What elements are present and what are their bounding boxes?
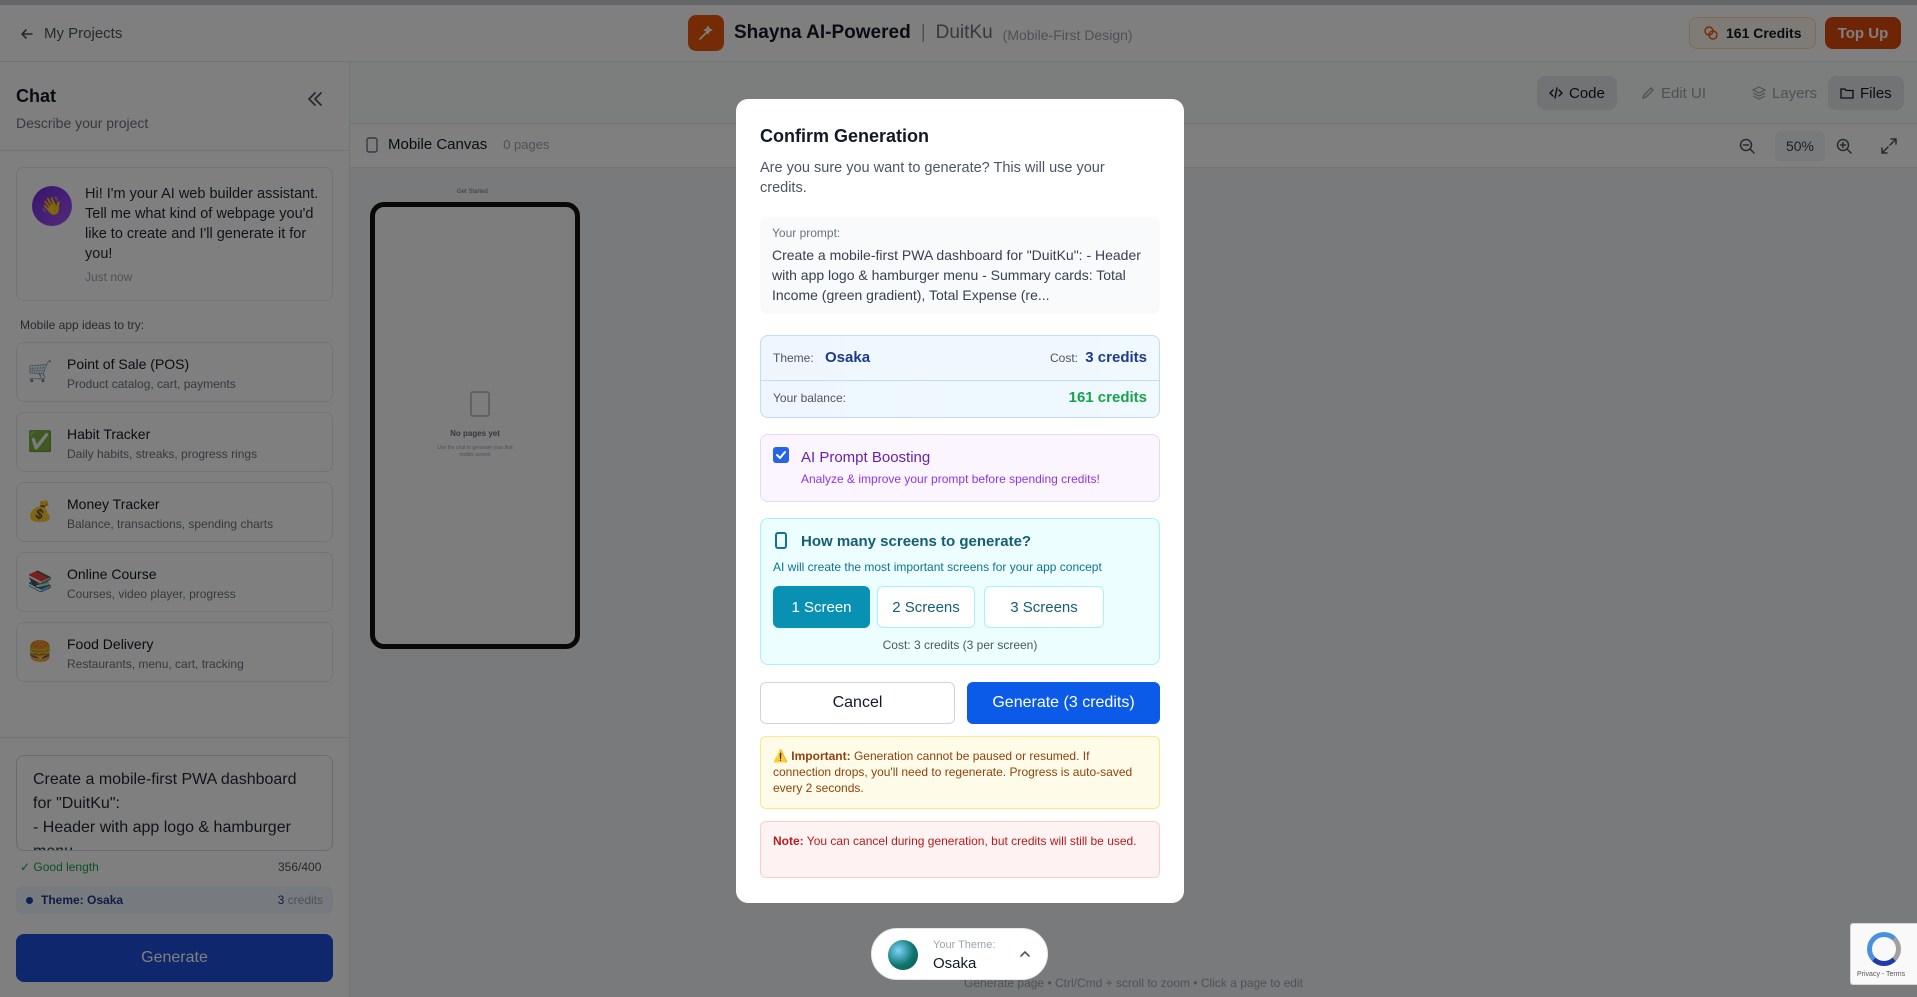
balance-value: 161 credits (1068, 389, 1147, 406)
prompt-preview-text: Create a mobile-first PWA dashboard for … (772, 247, 1141, 303)
theme-thumbnail (888, 940, 918, 970)
divider (761, 380, 1159, 381)
screens-option-1[interactable]: 1 Screen (773, 586, 870, 628)
cancel-note: Note: You can cancel during generation, … (760, 821, 1160, 878)
screens-option-2[interactable]: 2 Screens (877, 586, 975, 628)
theme-chip-name: Osaka (933, 955, 977, 972)
recaptcha-icon (1867, 932, 1901, 966)
screens-option-3[interactable]: 3 Screens (984, 586, 1104, 628)
recaptcha-links[interactable]: Privacy - Terms (1857, 971, 1905, 978)
important-label: ⚠️ Important: (773, 749, 851, 763)
checkmark-icon (776, 451, 786, 459)
cost-value: 3 credits (1085, 349, 1147, 366)
screens-cost: Cost: 3 credits (3 per screen) (882, 638, 1038, 652)
dialog-description: Are you sure you want to generate? This … (760, 160, 1105, 196)
prompt-preview: Your prompt: Create a mobile-first PWA d… (760, 217, 1160, 314)
theme-label: Theme: (773, 351, 814, 365)
important-warning: ⚠️ Important: Generation cannot be pause… (760, 736, 1160, 809)
prompt-boost-description: Analyze & improve your prompt before spe… (801, 472, 1100, 486)
phone-icon (775, 532, 787, 549)
note-label: Note: (773, 834, 804, 848)
screen-count-title: How many screens to generate? (801, 533, 1032, 550)
confirm-generation-dialog: Confirm Generation Are you sure you want… (736, 99, 1184, 903)
confirm-generate-button[interactable]: Generate (3 credits) (967, 682, 1160, 724)
theme-value: Osaka (825, 349, 871, 366)
chevron-up-icon (1020, 951, 1030, 957)
prompt-boost-option[interactable]: AI Prompt Boosting Analyze & improve you… (760, 434, 1160, 502)
prompt-boost-title: AI Prompt Boosting (801, 449, 931, 466)
prompt-preview-label: Your prompt: (772, 226, 841, 240)
screen-count-description: AI will create the most important screen… (773, 560, 1102, 574)
screen-count-selector: How many screens to generate? AI will cr… (760, 518, 1160, 665)
note-text: You can cancel during generation, but cr… (803, 834, 1137, 848)
dialog-title: Confirm Generation (760, 126, 930, 146)
prompt-boost-checkbox[interactable] (773, 447, 789, 463)
theme-chip-label: Your Theme: (933, 939, 996, 951)
cost-label: Cost: (1050, 351, 1079, 365)
cost-summary: Theme: Osaka Cost: 3 credits Your balanc… (760, 335, 1160, 418)
cancel-button[interactable]: Cancel (760, 682, 955, 724)
balance-label: Your balance: (773, 391, 846, 405)
recaptcha-badge[interactable]: Privacy - Terms (1850, 923, 1917, 985)
theme-switcher[interactable]: Your Theme: Osaka (871, 928, 1048, 980)
